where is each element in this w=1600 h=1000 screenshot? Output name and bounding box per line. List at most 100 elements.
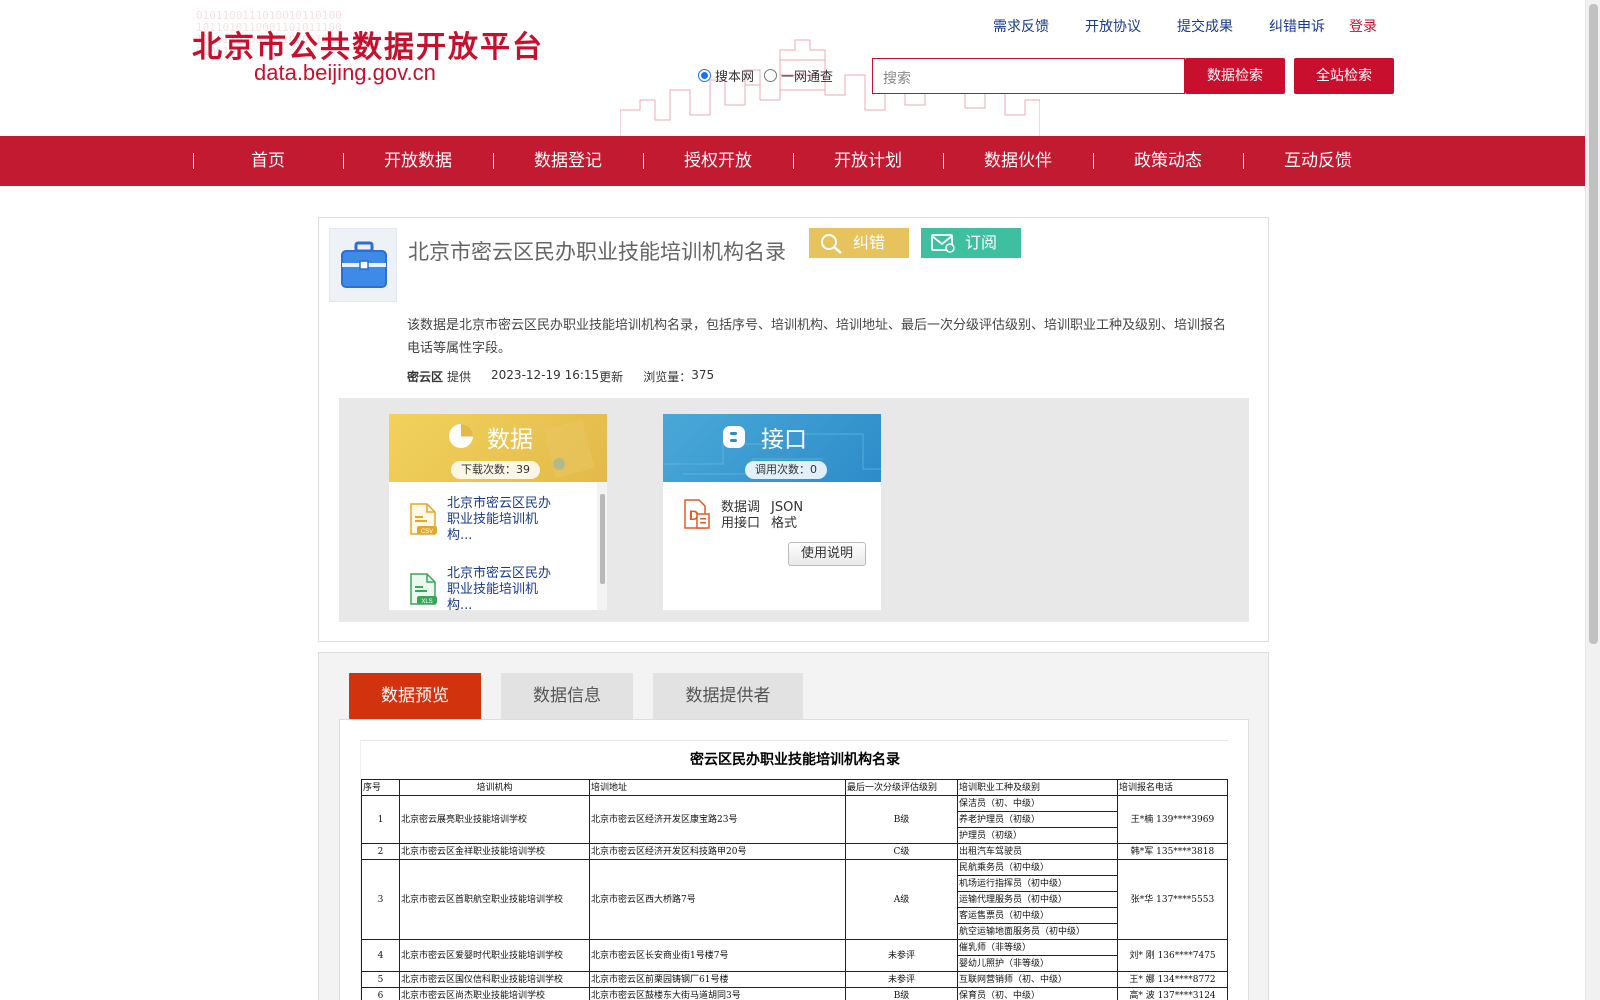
table-cell-org: 北京市密云区首职航空职业技能培训学校	[399, 859, 590, 940]
table-cell-job: 民航乘务员（初中级）	[957, 859, 1118, 876]
table-header-cell: 培训报名电话	[1117, 779, 1228, 796]
provider-name: 密云区	[407, 370, 444, 384]
table-row: 1 北京密云展亮职业技能培训学校 北京市密云区经济开发区康宝路23号 B级 保洁…	[361, 795, 1228, 844]
link-open-agreement[interactable]: 开放协议	[1085, 16, 1141, 36]
dataset-card: 北京市密云区民办职业技能培训机构名录 纠错 订阅 该数据是北京市密云区民办职业技…	[318, 217, 1269, 642]
table-cell-grade: A级	[845, 859, 958, 940]
subscribe-button[interactable]: 订阅	[921, 228, 1021, 258]
top-links: 需求反馈 开放协议 提交成果 纠错申诉 登录	[957, 16, 1377, 36]
table-cell-addr: 北京市密云区前栗园铸钢厂61号楼	[589, 971, 846, 988]
file-name[interactable]: 北京市密云区民办职业技能培训机构...	[447, 566, 557, 610]
api-panel-title: 接口	[761, 427, 807, 453]
table-cell-org: 北京密云展亮职业技能培训学校	[399, 795, 590, 844]
preview-document: 密云区民办职业技能培训机构名录 序号 培训机构 培训地址 最后一次分级评估级别 …	[360, 740, 1228, 1000]
table-cell-addr: 北京市密云区经济开发区科技路甲20号	[589, 843, 846, 860]
table-cell-addr: 北京市密云区经济开发区康宝路23号	[589, 795, 846, 844]
table-cell-no: 2	[361, 843, 400, 860]
api-name[interactable]: 数据调用接口	[721, 500, 767, 532]
xls-file-icon: XLS	[410, 573, 437, 605]
magnifier-icon	[821, 234, 842, 254]
provider-suffix: 提供	[447, 370, 472, 384]
api-panel-header: 接口 调用次数：0	[663, 414, 881, 482]
table-row: 2 北京市密云区金祥职业技能培训学校 北京市密云区经济开发区科技路甲20号 C级…	[361, 843, 1228, 860]
preview-pane: 密云区民办职业技能培训机构名录 序号 培训机构 培训地址 最后一次分级评估级别 …	[339, 719, 1249, 1000]
table-cell-no: 5	[361, 971, 400, 988]
update-time: 2023-12-19 16:15	[491, 368, 600, 382]
scrollbar-thumb[interactable]	[600, 494, 605, 584]
site-url[interactable]: data.beijing.gov.cn	[254, 60, 436, 86]
radio-selected-icon[interactable]	[698, 69, 711, 82]
data-panel-header: 数据 下载次数：39	[389, 414, 607, 482]
scope-option-all[interactable]: 一网通查	[764, 66, 833, 85]
table-cell-grade: B级	[845, 987, 958, 1000]
call-count-badge: 调用次数：0	[745, 461, 827, 479]
table-cell-job: 客运售票员（初中级）	[957, 907, 1118, 924]
nav-item-policy-news[interactable]: 政策动态	[1093, 136, 1243, 186]
file-list-scrollbar[interactable]	[597, 482, 607, 610]
login-link[interactable]: 登录	[1349, 16, 1377, 36]
table-cell-job: 婴幼儿照护（非等级）	[957, 955, 1118, 972]
page-scrollbar-thumb[interactable]	[1589, 4, 1598, 644]
resource-area: 数据 下载次数：39 CSV 北京市密云区民办职业技能培训机构... XLS 北…	[339, 398, 1249, 622]
tab-data-provider[interactable]: 数据提供者	[653, 673, 803, 719]
briefcase-icon	[329, 228, 397, 302]
main-nav: 首页 开放数据 数据登记 授权开放 开放计划 数据伙伴 政策动态 互动反馈	[0, 136, 1585, 186]
table-cell-job: 催乳师（非等级）	[957, 939, 1118, 956]
table-cell-job: 运输代理服务员（初中级）	[957, 891, 1118, 908]
data-search-button[interactable]: 数据检索	[1185, 58, 1285, 94]
table-cell-phone: 王*楠 139****3969	[1117, 795, 1228, 844]
page-scrollbar[interactable]	[1585, 0, 1600, 1000]
dataset-description: 该数据是北京市密云区民办职业技能培训机构名录，包括序号、培训机构、培训地址、最后…	[407, 318, 1227, 356]
table-cell-job: 养老护理员（初级）	[957, 811, 1118, 828]
link-submit-results[interactable]: 提交成果	[1177, 16, 1233, 36]
link-demand-feedback[interactable]: 需求反馈	[993, 16, 1049, 36]
views-label: 浏览量：	[643, 370, 692, 384]
table-cell-grade: C级	[845, 843, 958, 860]
header: 0101100111010010110100101101011000110101…	[0, 0, 1585, 136]
nav-item-open-data[interactable]: 开放数据	[343, 136, 493, 186]
table-cell-org: 北京市密云区金祥职业技能培训学校	[399, 843, 590, 860]
file-name[interactable]: 北京市密云区民办职业技能培训机构...	[447, 496, 557, 544]
nav-item-home[interactable]: 首页	[193, 136, 343, 186]
views-count: 375	[691, 368, 715, 382]
dataset-meta: 密云区 提供 2023-12-19 16:15 更新 浏览量： 375	[407, 368, 714, 385]
nav-item-data-partners[interactable]: 数据伙伴	[943, 136, 1093, 186]
site-search-button[interactable]: 全站检索	[1294, 58, 1394, 94]
table-cell-grade: B级	[845, 795, 958, 844]
table-cell-no: 4	[361, 939, 400, 972]
scope-option-site[interactable]: 搜本网	[698, 66, 754, 85]
table-cell-org: 北京市密云区尚杰职业技能培训学校	[399, 987, 590, 1000]
search-input[interactable]: 搜索	[872, 58, 1185, 94]
table-cell-no: 6	[361, 987, 400, 1000]
table-cell-phone: 韩*军 135****3818	[1117, 843, 1228, 860]
api-document-icon: D	[684, 499, 710, 529]
svg-text:CSV: CSV	[421, 529, 433, 535]
tab-data-preview[interactable]: 数据预览	[349, 673, 481, 719]
table-cell-job: 护理员（初级）	[957, 827, 1118, 844]
usage-button[interactable]: 使用说明	[788, 542, 866, 566]
correct-button[interactable]: 纠错	[809, 228, 909, 258]
mail-icon	[931, 234, 955, 253]
table-cell-job: 保育员（初、中级）	[957, 987, 1118, 1000]
table-cell-job: 机场运行指挥员（初中级）	[957, 875, 1118, 892]
table-cell-org: 北京市密云区爱婴时代职业技能培训学校	[399, 939, 590, 972]
table-header-cell: 培训机构	[399, 779, 590, 796]
table-cell-addr: 北京市密云区长安商业街1号楼7号	[589, 939, 846, 972]
nav-item-data-registration[interactable]: 数据登记	[493, 136, 643, 186]
header-decoration	[543, 419, 595, 479]
api-format: JSON格式	[771, 500, 804, 531]
link-correction-appeal[interactable]: 纠错申诉	[1269, 16, 1325, 36]
data-panel-title: 数据	[487, 427, 533, 453]
nav-item-interactive-feedback[interactable]: 互动反馈	[1243, 136, 1393, 186]
nav-item-open-plan[interactable]: 开放计划	[793, 136, 943, 186]
nav-item-authorized-open[interactable]: 授权开放	[643, 136, 793, 186]
tab-data-info[interactable]: 数据信息	[501, 673, 633, 719]
page: 0101100111010010110100101101011000110101…	[0, 0, 1600, 1000]
radio-unselected-icon[interactable]	[764, 69, 778, 82]
preview-table: 序号 培训机构 培训地址 最后一次分级评估级别 培训职业工种及级别 培训报名电话…	[361, 779, 1228, 1000]
svg-text:XLS: XLS	[421, 599, 432, 605]
data-panel: 数据 下载次数：39 CSV 北京市密云区民办职业技能培训机构... XLS 北…	[389, 414, 607, 610]
table-cell-no: 1	[361, 795, 400, 844]
table-cell-phone: 高* 波 137****3124	[1117, 987, 1228, 1000]
table-cell-no: 3	[361, 859, 400, 940]
